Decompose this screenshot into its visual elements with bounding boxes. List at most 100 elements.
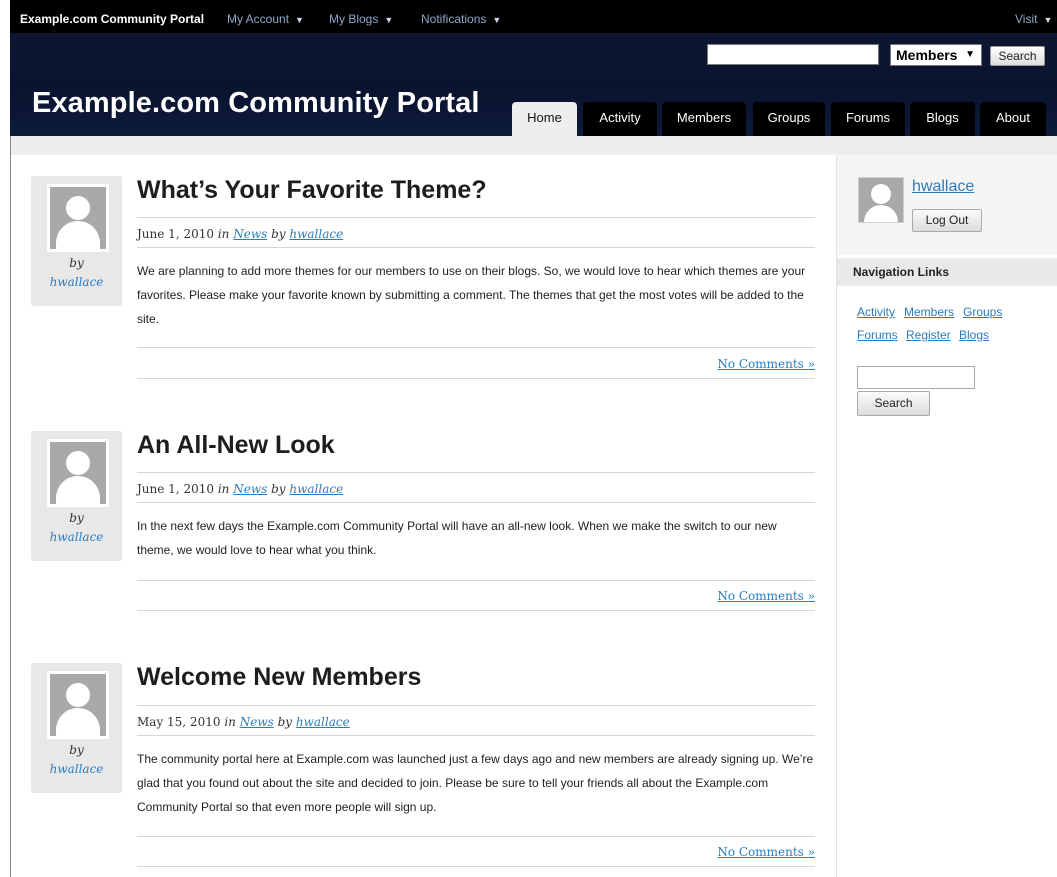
chevron-down-icon: ▼	[295, 15, 304, 25]
avatar-body-shape	[56, 708, 100, 736]
tab-forums[interactable]: Forums	[831, 102, 905, 136]
post-date: June 1, 2010	[137, 227, 214, 241]
post-title[interactable]: What’s Your Favorite Theme?	[137, 176, 487, 205]
chevron-down-icon: ▼	[492, 15, 502, 25]
post-body: The community portal here at Example.com…	[137, 752, 814, 814]
tab-about[interactable]: About	[980, 102, 1046, 136]
adminbar-menu-label: Notifications	[421, 12, 487, 26]
avatar-body-shape	[56, 476, 100, 504]
avatar[interactable]	[858, 177, 904, 223]
chevron-down-icon: ▼	[384, 15, 394, 25]
post-date: June 1, 2010	[137, 482, 214, 496]
author-box: by hwallace	[31, 176, 122, 306]
sidebar-link-blogs[interactable]: Blogs	[959, 328, 989, 342]
navigation-links-heading: Navigation Links	[837, 258, 1057, 286]
comments-link[interactable]: No Comments »	[717, 357, 815, 371]
sidebar-username-link[interactable]: hwallace	[912, 178, 974, 196]
adminbar-menu-label: My Account	[227, 12, 290, 26]
category-link[interactable]: News	[240, 715, 274, 729]
avatar[interactable]	[47, 671, 109, 739]
avatar-head-shape	[66, 196, 90, 220]
post-meta: June 1, 2010 in News by hwallace	[137, 227, 343, 241]
comments-link[interactable]: No Comments »	[717, 589, 815, 603]
sidebar-search-input[interactable]	[857, 366, 975, 389]
post-date: May 15, 2010	[137, 715, 221, 729]
tab-members[interactable]: Members	[662, 102, 746, 136]
sidebar-link-forums[interactable]: Forums	[857, 328, 898, 342]
author-link[interactable]: hwallace	[31, 762, 122, 776]
divider	[137, 378, 815, 379]
tab-home[interactable]: Home	[512, 102, 577, 137]
avatar[interactable]	[47, 439, 109, 507]
post-body: We are planning to add more themes for o…	[137, 264, 806, 326]
avatar-body-shape	[864, 205, 898, 222]
avatar-head-shape	[871, 184, 891, 204]
divider	[137, 347, 815, 348]
author-box: by hwallace	[31, 663, 122, 793]
chevron-down-icon: ▼	[1043, 15, 1053, 25]
tab-activity[interactable]: Activity	[583, 102, 657, 136]
tab-blogs[interactable]: Blogs	[910, 102, 975, 136]
post-title[interactable]: An All-New Look	[137, 431, 335, 460]
adminbar-menu-label: My Blogs	[329, 12, 379, 26]
avatar-head-shape	[66, 683, 90, 707]
author-link[interactable]: hwallace	[289, 482, 343, 496]
adminbar-my-account-menu[interactable]: My Account ▼	[227, 12, 304, 27]
header-search-input[interactable]	[707, 44, 879, 65]
sidebar-link-groups[interactable]: Groups	[963, 305, 1002, 319]
adminbar-visit-menu[interactable]: Visit ▼	[1015, 12, 1052, 27]
divider	[137, 610, 815, 611]
adminbar-notifications-menu[interactable]: Notifications ▼	[421, 12, 501, 27]
post: by hwallace What’s Your Favorite Theme? …	[31, 176, 815, 382]
adminbar-site-link[interactable]: Example.com Community Portal	[20, 12, 204, 26]
meta-in-word: in	[217, 482, 230, 496]
divider	[137, 247, 815, 248]
adminbar-menu-label: Visit	[1015, 12, 1038, 26]
avatar-head-shape	[66, 451, 90, 475]
adminbar-my-blogs-menu[interactable]: My Blogs ▼	[329, 12, 393, 27]
comments-link[interactable]: No Comments »	[717, 845, 815, 859]
author-box: by hwallace	[31, 431, 122, 561]
meta-by-word: by	[271, 227, 286, 241]
divider	[137, 735, 815, 736]
divider	[137, 217, 815, 218]
author-link[interactable]: hwallace	[296, 715, 350, 729]
category-link[interactable]: News	[233, 482, 267, 496]
author-link[interactable]: hwallace	[31, 275, 122, 289]
author-by-label: by	[69, 511, 84, 525]
meta-in-word: in	[224, 715, 236, 729]
post-meta: June 1, 2010 in News by hwallace	[137, 482, 343, 496]
content-top-band	[11, 136, 1057, 155]
header-search-button[interactable]: Search	[990, 46, 1045, 66]
author-link[interactable]: hwallace	[289, 227, 343, 241]
page-left-border	[10, 136, 11, 877]
avatar[interactable]	[47, 184, 109, 252]
chevron-down-icon: ▼	[965, 49, 975, 60]
divider	[137, 472, 815, 473]
divider	[137, 836, 815, 837]
search-scope-value: Members	[896, 47, 958, 63]
author-link[interactable]: hwallace	[31, 530, 122, 544]
sidebar-link-members[interactable]: Members	[904, 305, 954, 319]
meta-by-word: by	[277, 715, 293, 729]
post: by hwallace An All-New Look June 1, 2010…	[31, 431, 815, 613]
post: by hwallace Welcome New Members May 15, …	[31, 663, 815, 868]
logout-button[interactable]: Log Out	[912, 209, 982, 232]
sidebar-link-activity[interactable]: Activity	[857, 305, 895, 319]
post-meta: May 15, 2010 in News by hwallace	[137, 715, 350, 729]
sidebar-link-register[interactable]: Register	[906, 328, 951, 342]
category-link[interactable]: News	[233, 227, 267, 241]
divider	[137, 502, 815, 503]
tab-groups[interactable]: Groups	[753, 102, 825, 136]
author-by-label: by	[69, 256, 84, 270]
sidebar-search-button[interactable]: Search	[857, 391, 930, 416]
post-title[interactable]: Welcome New Members	[137, 663, 421, 692]
divider	[137, 580, 815, 581]
site-header: Example.com Community Portal Members ▼ Se…	[10, 33, 1057, 137]
post-body: In the next few days the Example.com Com…	[137, 519, 777, 557]
site-title[interactable]: Example.com Community Portal	[32, 87, 480, 120]
search-scope-select[interactable]: Members ▼	[890, 44, 982, 66]
divider	[137, 866, 815, 867]
meta-in-word: in	[217, 227, 230, 241]
author-by-label: by	[69, 743, 84, 757]
